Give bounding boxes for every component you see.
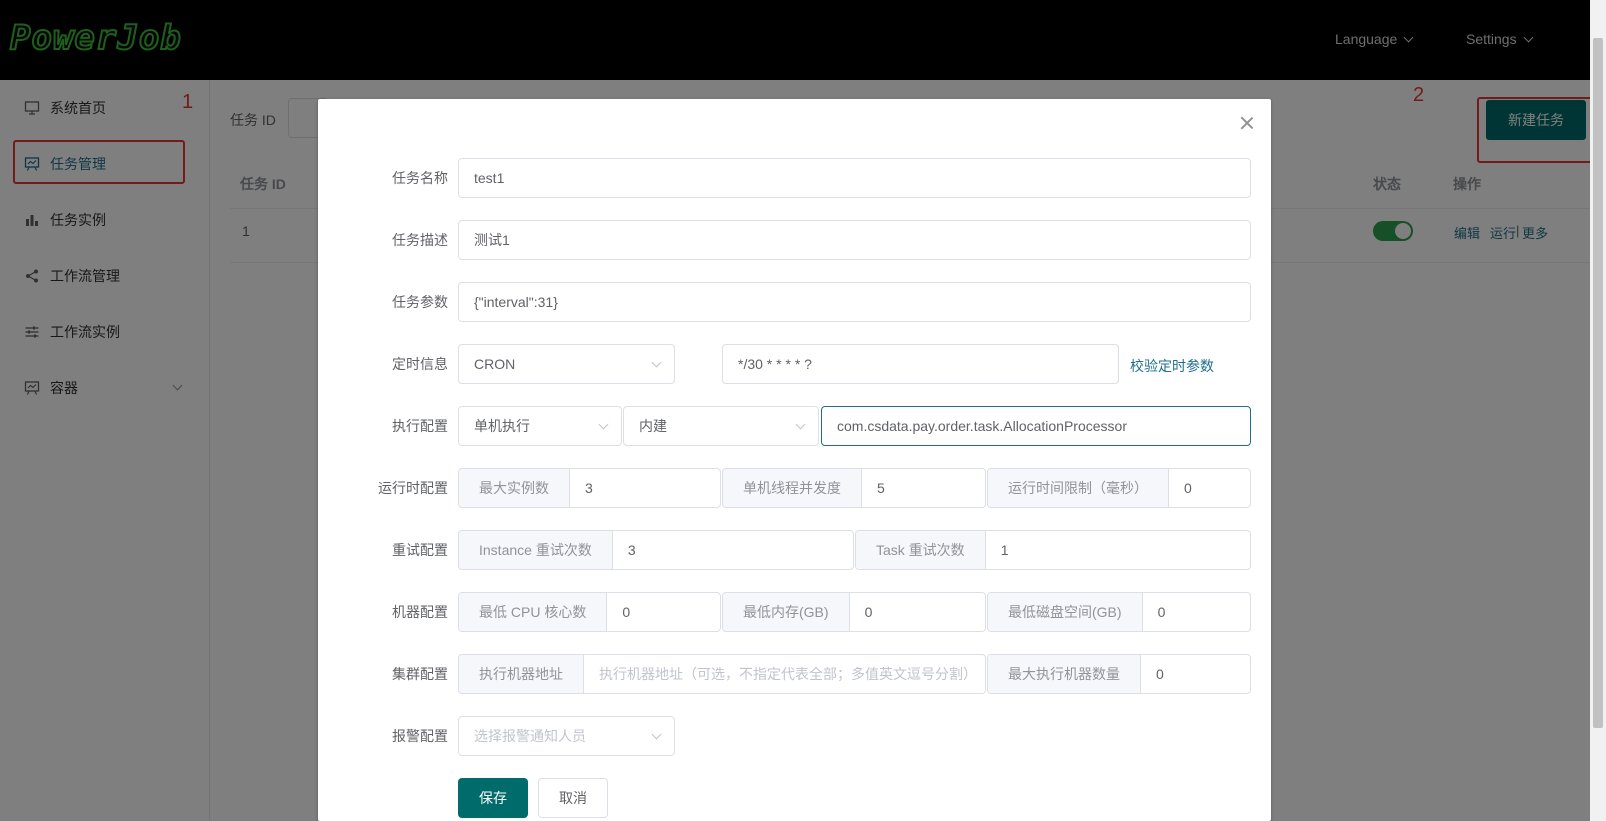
time-limit-value[interactable]: 0 <box>1169 469 1250 507</box>
executor-address-prefix: 执行机器地址 <box>459 655 584 693</box>
min-disk-value[interactable]: 0 <box>1143 593 1250 631</box>
exec-config-label: 执行配置 <box>392 418 448 434</box>
processor-type-value: 内建 <box>639 418 667 434</box>
max-instances-prefix: 最大实例数 <box>459 469 570 507</box>
chevron-down-icon <box>598 419 609 430</box>
exec-mode-select[interactable]: 单机执行 <box>458 406 622 446</box>
exec-mode-value: 单机执行 <box>474 418 530 434</box>
machine-config-label: 机器配置 <box>392 604 448 620</box>
min-disk-field[interactable]: 最低磁盘空间(GB) 0 <box>987 592 1251 632</box>
executor-address-field[interactable]: 执行机器地址 执行机器地址（可选，不指定代表全部；多值英文逗号分割） <box>458 654 986 694</box>
max-instances-field[interactable]: 最大实例数 3 <box>458 468 721 508</box>
executor-address-input[interactable]: 执行机器地址（可选，不指定代表全部；多值英文逗号分割） <box>584 655 985 693</box>
task-desc-input[interactable]: 测试1 <box>458 220 1251 260</box>
alarm-config-label: 报警配置 <box>392 728 448 744</box>
instance-retry-field[interactable]: Instance 重试次数 3 <box>458 530 854 570</box>
max-workers-field[interactable]: 最大执行机器数量 0 <box>987 654 1251 694</box>
chevron-down-icon <box>651 729 662 740</box>
timing-type-select[interactable]: CRON <box>458 344 675 384</box>
timing-type-value: CRON <box>474 356 516 372</box>
max-workers-value[interactable]: 0 <box>1141 655 1250 693</box>
thread-concurrency-prefix: 单机线程并发度 <box>723 469 862 507</box>
save-button[interactable]: 保存 <box>458 778 528 818</box>
processor-info-input[interactable]: com.csdata.pay.order.task.AllocationProc… <box>821 406 1251 446</box>
min-cpu-prefix: 最低 CPU 核心数 <box>459 593 608 631</box>
alarm-users-placeholder: 选择报警通知人员 <box>474 728 586 744</box>
max-workers-prefix: 最大执行机器数量 <box>988 655 1141 693</box>
min-cpu-value[interactable]: 0 <box>607 593 720 631</box>
task-retry-value[interactable]: 1 <box>986 531 1250 569</box>
task-params-label: 任务参数 <box>392 294 448 310</box>
thread-concurrency-value[interactable]: 5 <box>862 469 985 507</box>
min-memory-prefix: 最低内存(GB) <box>723 593 850 631</box>
task-name-input[interactable]: test1 <box>458 158 1251 198</box>
page-scrollbar[interactable] <box>1590 0 1606 821</box>
chevron-down-icon <box>651 357 662 368</box>
thread-concurrency-field[interactable]: 单机线程并发度 5 <box>722 468 986 508</box>
time-limit-prefix: 运行时间限制（毫秒） <box>988 469 1169 507</box>
retry-config-label: 重试配置 <box>392 542 448 558</box>
cron-expression-input[interactable]: */30 * * * * ? <box>722 344 1119 384</box>
close-icon[interactable] <box>1239 115 1255 131</box>
validate-cron-button[interactable]: 校验定时参数 <box>1130 356 1214 376</box>
max-instances-value[interactable]: 3 <box>570 469 720 507</box>
timing-label: 定时信息 <box>392 356 448 372</box>
task-params-input[interactable]: {"interval":31} <box>458 282 1251 322</box>
alarm-users-select[interactable]: 选择报警通知人员 <box>458 716 675 756</box>
task-retry-field[interactable]: Task 重试次数 1 <box>855 530 1251 570</box>
task-desc-label: 任务描述 <box>392 232 448 248</box>
min-memory-field[interactable]: 最低内存(GB) 0 <box>722 592 986 632</box>
instance-retry-prefix: Instance 重试次数 <box>459 531 613 569</box>
runtime-config-label: 运行时配置 <box>378 480 448 496</box>
chevron-down-icon <box>795 419 806 430</box>
edit-task-dialog: 任务名称 test1 任务描述 测试1 任务参数 {"interval":31}… <box>318 99 1271 821</box>
instance-retry-value[interactable]: 3 <box>613 531 853 569</box>
min-memory-value[interactable]: 0 <box>850 593 985 631</box>
cluster-config-label: 集群配置 <box>392 666 448 682</box>
min-cpu-field[interactable]: 最低 CPU 核心数 0 <box>458 592 721 632</box>
processor-type-select[interactable]: 内建 <box>623 406 819 446</box>
time-limit-field[interactable]: 运行时间限制（毫秒） 0 <box>987 468 1251 508</box>
scrollbar-thumb[interactable] <box>1593 38 1603 728</box>
min-disk-prefix: 最低磁盘空间(GB) <box>988 593 1143 631</box>
cancel-button[interactable]: 取消 <box>538 778 608 818</box>
task-retry-prefix: Task 重试次数 <box>856 531 986 569</box>
task-name-label: 任务名称 <box>392 170 448 186</box>
